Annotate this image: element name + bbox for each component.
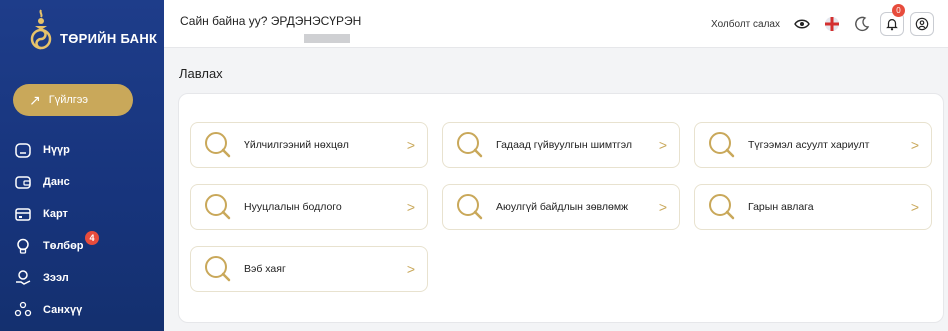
arrow-up-right-icon: ↗	[29, 92, 41, 108]
eye-icon	[794, 19, 810, 29]
loan-icon	[13, 268, 33, 288]
redacted-username	[304, 34, 350, 43]
sidebar: ТӨРИЙН БАНК ↗ Гүйлгээ Нүүр Данс Карт Төл…	[0, 0, 164, 331]
card-label: Гадаад гүйвуулгын шимтгэл	[496, 139, 632, 151]
bulb-icon	[13, 236, 33, 256]
search-icon	[709, 132, 735, 158]
uk-flag-icon	[825, 17, 839, 31]
reference-card[interactable]: Гадаад гүйвуулгын шимтгэл >	[442, 122, 680, 168]
sidebar-item-label: Зээл	[43, 272, 69, 284]
reference-card[interactable]: Үйлчилгээний нөхцөл >	[190, 122, 428, 168]
disconnect-link[interactable]: Холболт салах	[711, 19, 780, 30]
chevron-right-icon: >	[658, 137, 668, 153]
reference-card[interactable]: Гарын авлага >	[694, 184, 932, 230]
page-title: Лавлах	[179, 66, 223, 81]
sidebar-item-card[interactable]: Карт	[13, 198, 84, 230]
reference-card[interactable]: Вэб хаяг >	[190, 246, 428, 292]
moon-icon	[855, 16, 870, 32]
reference-card[interactable]: Түгээмэл асуулт хариулт >	[694, 122, 932, 168]
search-icon	[709, 194, 735, 220]
sidebar-item-home[interactable]: Нүүр	[13, 134, 84, 166]
search-icon	[457, 132, 483, 158]
card-label: Үйлчилгээний нөхцөл	[244, 139, 349, 151]
sidebar-item-accounts[interactable]: Данс	[13, 166, 84, 198]
search-icon	[457, 194, 483, 220]
sidebar-item-label: Төлбөр	[43, 240, 84, 252]
sidebar-item-loan[interactable]: Зээл	[13, 262, 84, 294]
greeting-text: Сайн байна уу? ЭРДЭНЭСҮРЭН	[180, 14, 362, 28]
chevron-right-icon: >	[658, 199, 668, 215]
card-label: Аюулгүй байдлын зөвлөмж	[496, 201, 629, 213]
card-label: Түгээмэл асуулт хариулт	[748, 139, 870, 151]
theme-toggle-button[interactable]	[850, 12, 874, 36]
transaction-label: Гүйлгээ	[48, 94, 88, 106]
wallet-icon	[13, 172, 33, 192]
header-actions: Холболт салах 0	[711, 4, 934, 36]
notifications-button[interactable]: 0	[880, 4, 905, 36]
transaction-button[interactable]: ↗ Гүйлгээ	[13, 84, 133, 116]
reference-card[interactable]: Нууцлалын бодлого >	[190, 184, 428, 230]
finance-icon	[13, 300, 33, 320]
notification-badge: 0	[892, 4, 905, 17]
sidebar-item-label: Санхүү	[43, 304, 83, 316]
visibility-button[interactable]	[790, 12, 814, 36]
search-icon	[205, 256, 231, 282]
sidebar-item-label: Карт	[43, 208, 68, 220]
sidebar-item-label: Данс	[43, 176, 70, 188]
bell-icon	[886, 19, 898, 31]
chevron-right-icon: >	[406, 137, 416, 153]
sidebar-item-label: Нүүр	[43, 144, 70, 156]
bank-logo[interactable]: ТӨРИЙН БАНК	[28, 8, 157, 52]
sidebar-item-finance[interactable]: Санхүү	[13, 294, 84, 326]
sidebar-nav: Нүүр Данс Карт Төлбөр 4 Зээл Санхүү	[13, 134, 99, 326]
card-label: Вэб хаяг	[244, 263, 286, 275]
top-header: Сайн байна уу? ЭРДЭНЭСҮРЭН Холболт салах…	[164, 0, 948, 48]
reference-card[interactable]: Аюулгүй байдлын зөвлөмж >	[442, 184, 680, 230]
soyombo-logo-icon	[30, 9, 52, 50]
card-label: Гарын авлага	[748, 201, 814, 213]
chevron-right-icon: >	[406, 199, 416, 215]
chevron-right-icon: >	[910, 199, 920, 215]
chevron-right-icon: >	[406, 261, 416, 277]
user-icon	[915, 17, 929, 31]
card-icon	[13, 204, 33, 224]
profile-button[interactable]	[910, 12, 934, 36]
card-label: Нууцлалын бодлого	[244, 201, 342, 213]
bank-name: ТӨРИЙН БАНК	[60, 31, 158, 46]
language-button[interactable]	[820, 12, 844, 36]
chevron-right-icon: >	[910, 137, 920, 153]
home-icon	[13, 140, 33, 160]
payment-badge: 4	[85, 231, 99, 245]
sidebar-item-payment[interactable]: Төлбөр 4	[13, 230, 99, 262]
reference-panel: Үйлчилгээний нөхцөл > Гадаад гүйвуулгын …	[178, 93, 944, 323]
search-icon	[205, 194, 231, 220]
search-icon	[205, 132, 231, 158]
